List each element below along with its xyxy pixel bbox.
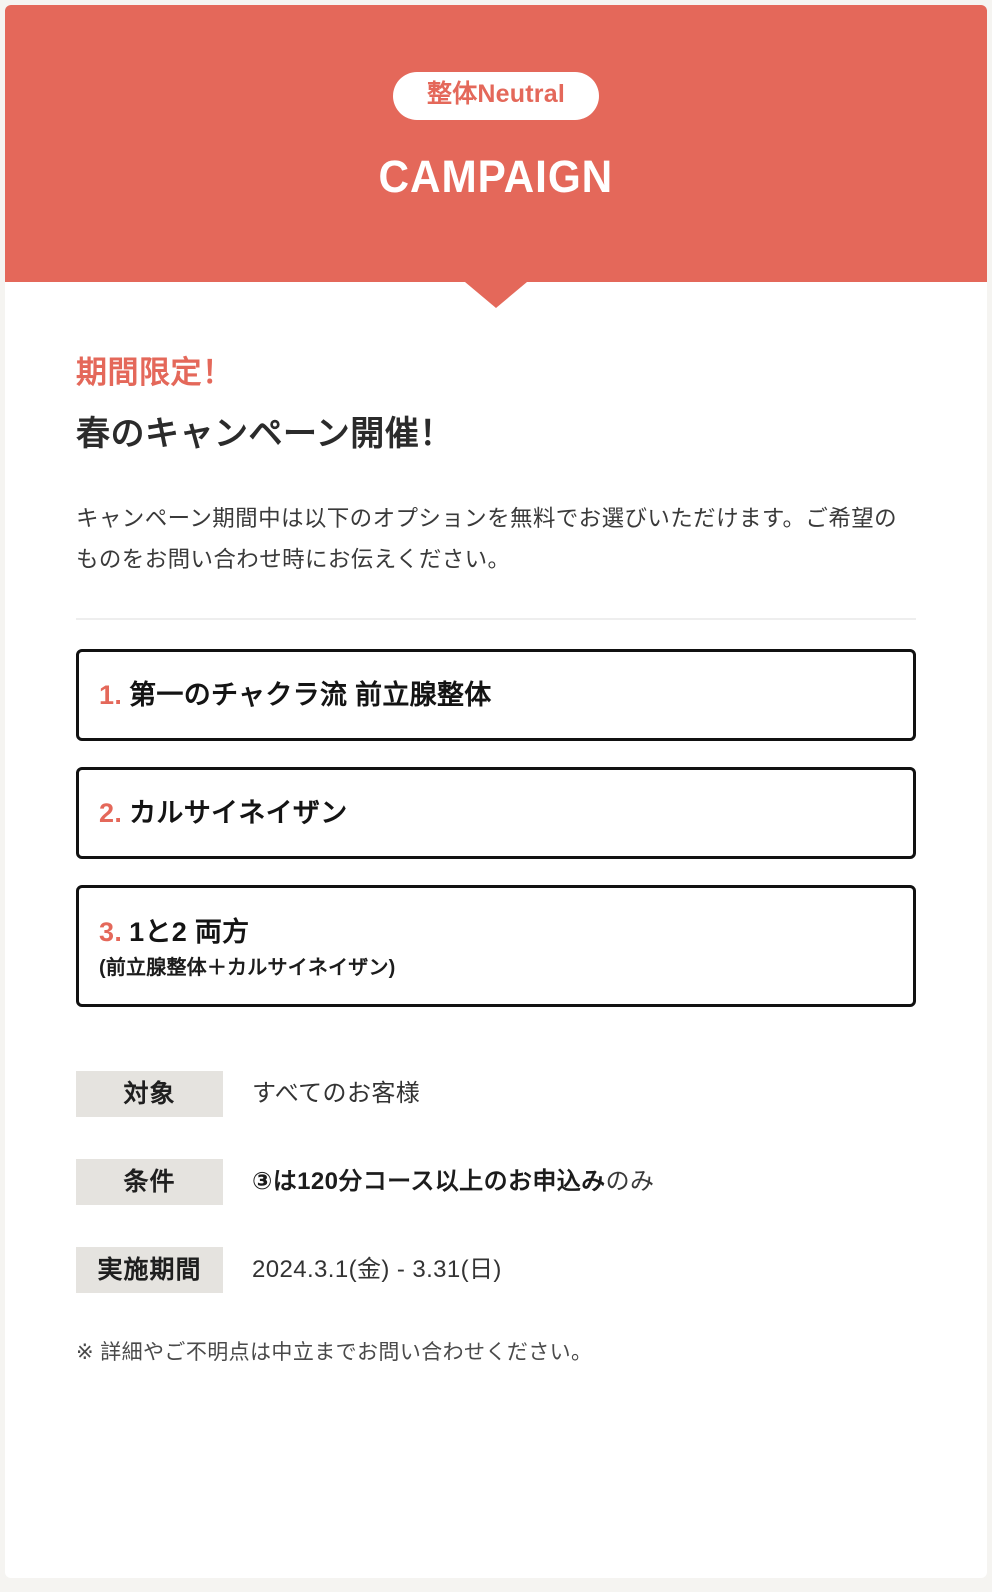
detail-row-period: 実施期間 2024.3.1(金) - 3.31(日) xyxy=(76,1246,916,1293)
campaign-header: 整体Neutral CAMPAIGN xyxy=(5,5,987,282)
campaign-body: 期間限定！ 春のキャンペーン開催！ キャンペーン期間中は以下のオプションを無料で… xyxy=(5,354,987,1368)
brand-badge: 整体Neutral xyxy=(393,72,599,120)
option-item-1[interactable]: 1. 第一のチャクラ流 前立腺整体 xyxy=(76,648,916,741)
page-title: CAMPAIGN xyxy=(378,150,614,202)
detail-label-condition: 条件 xyxy=(76,1158,223,1205)
option-item-2[interactable]: 2. カルサイネイザン xyxy=(76,766,916,859)
campaign-card: 整体Neutral CAMPAIGN 期間限定！ 春のキャンペーン開催！ キャン… xyxy=(5,5,987,1578)
option-1-main: 1. 第一のチャクラ流 前立腺整体 xyxy=(99,679,893,711)
detail-row-target: 対象 すべてのお客様 xyxy=(76,1070,916,1117)
option-list: 1. 第一のチャクラ流 前立腺整体 2. カルサイネイザン 3. 1と2 両方 (前立… xyxy=(76,648,916,1007)
option-3-subtitle: (前立腺整体＋カルサイネイザン) xyxy=(99,956,396,979)
option-2-title: カルサイネイザン xyxy=(129,797,348,828)
eyebrow-text: 期間限定！ xyxy=(76,355,234,390)
option-1-title: 第一のチャクラ流 前立腺整体 xyxy=(129,679,492,710)
detail-value-period: 2024.3.1(金) - 3.31(日) xyxy=(252,1256,502,1284)
footnote-text: ※ 詳細やご不明点は中立までお問い合わせください。 xyxy=(76,1340,593,1364)
header-notch-triangle xyxy=(465,282,527,308)
detail-value-condition-main: ③は120分コース以上のお申込み xyxy=(252,1168,606,1196)
option-3-main: 3. 1と2 両方 xyxy=(99,916,893,948)
option-3-number: 3. xyxy=(99,917,123,948)
detail-value-condition: ③は120分コース以上のお申込みのみ xyxy=(252,1166,654,1197)
option-2-number: 2. xyxy=(99,797,123,828)
detail-value-condition-tail: のみ xyxy=(605,1168,655,1196)
option-item-3[interactable]: 3. 1と2 両方 (前立腺整体＋カルサイネイザン) xyxy=(76,884,916,1007)
option-1-number: 1. xyxy=(99,679,123,710)
detail-value-target: すべてのお客様 xyxy=(252,1080,421,1108)
lead-paragraph: キャンペーン期間中は以下のオプションを無料でお選びいただけます。ご希望のものをお… xyxy=(76,505,898,573)
section-divider xyxy=(76,617,916,620)
detail-label-period: 実施期間 xyxy=(76,1246,223,1293)
option-3-title: 1と2 両方 xyxy=(129,917,250,948)
detail-table: 対象 すべてのお客様 条件 ③は120分コース以上のお申込みのみ 実施期間 20… xyxy=(76,1070,916,1293)
detail-row-condition: 条件 ③は120分コース以上のお申込みのみ xyxy=(76,1158,916,1205)
headline-text: 春のキャンペーン開催！ xyxy=(76,415,454,454)
detail-label-target: 対象 xyxy=(76,1070,223,1117)
option-2-main: 2. カルサイネイザン xyxy=(99,797,893,829)
